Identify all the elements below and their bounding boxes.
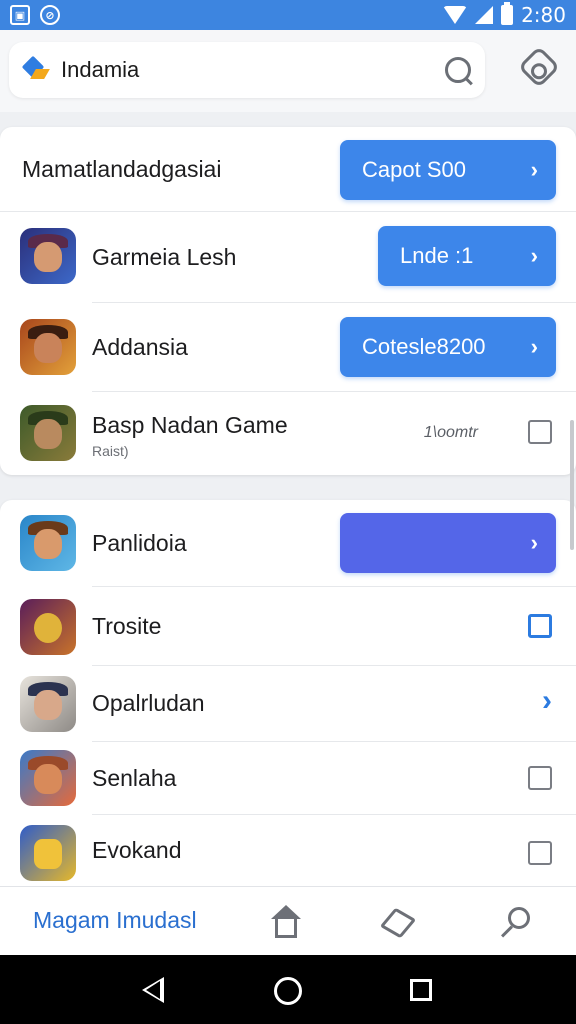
photo-notification-icon: ▣ xyxy=(10,5,30,25)
list-item[interactable]: Addansia Cotesle8200 › xyxy=(0,303,576,391)
search-icon[interactable] xyxy=(445,57,471,83)
game-thumbnail xyxy=(20,676,76,732)
back-icon[interactable] xyxy=(142,977,164,1003)
list-item-label: Panlidoia xyxy=(92,529,187,556)
game-thumbnail xyxy=(20,319,76,375)
battery-icon xyxy=(501,2,514,25)
button-label: Lnde :1 xyxy=(400,243,474,268)
section-card-1: Mamatlandadgasiai Capot S00 › Garmeia Le… xyxy=(0,127,576,475)
chevron-right-icon[interactable]: › xyxy=(542,684,552,718)
app-header: Indamia xyxy=(0,30,576,112)
game-thumbnail xyxy=(20,405,76,461)
home-icon[interactable] xyxy=(269,905,303,939)
panlidoia-button[interactable]: › xyxy=(340,513,556,573)
game-thumbnail xyxy=(20,599,76,655)
checkbox[interactable] xyxy=(528,420,552,444)
list-item-label: Basp Nadan Game xyxy=(92,412,288,438)
home-circle-icon[interactable] xyxy=(274,977,302,1005)
list-item[interactable]: Opalrludan › xyxy=(0,666,576,741)
search-icon[interactable] xyxy=(498,905,532,939)
cotesle-button[interactable]: Cotesle8200 › xyxy=(340,317,556,377)
list-item-label: Senlaha xyxy=(92,764,177,791)
button-label: Cotesle8200 xyxy=(362,334,486,359)
checkbox[interactable] xyxy=(528,766,552,790)
item-meta: 1\oomtr xyxy=(423,424,478,441)
list-item-label: Evokand xyxy=(92,837,182,863)
sync-notification-icon: ⊘ xyxy=(40,5,60,25)
search-bar[interactable]: Indamia xyxy=(9,42,485,98)
chevron-right-icon: › xyxy=(530,334,538,359)
list-item-label: Trosite xyxy=(92,612,162,639)
game-thumbnail xyxy=(20,515,76,571)
app-title: Indamia xyxy=(61,57,140,82)
checkbox[interactable] xyxy=(528,614,552,638)
list-item[interactable]: Basp Nadan Game Raist) 1\oomtr xyxy=(0,392,576,475)
signal-icon xyxy=(475,6,494,24)
recents-icon[interactable] xyxy=(410,979,432,1001)
button-label: Capot S00 xyxy=(362,157,466,182)
scrollbar[interactable] xyxy=(570,420,574,550)
list-item[interactable]: Evokand xyxy=(0,815,576,886)
status-time: 2:80 xyxy=(521,3,566,27)
capot-button[interactable]: Capot S00 › xyxy=(340,140,556,200)
gear-icon[interactable] xyxy=(517,45,561,89)
list-item-text: Basp Nadan Game Raist) xyxy=(92,412,288,459)
list-item-label: Addansia xyxy=(92,333,188,360)
status-bar: ▣ ⊘ 2:80 xyxy=(0,0,576,30)
checkbox[interactable] xyxy=(528,841,552,865)
list-item[interactable]: Trosite xyxy=(0,587,576,665)
list-item[interactable]: Mamatlandadgasiai Capot S00 › xyxy=(0,127,576,211)
section-card-2: Panlidoia › Trosite Opalrludan › Senlaha… xyxy=(0,500,576,886)
chevron-right-icon: › xyxy=(530,243,538,268)
chevron-right-icon: › xyxy=(530,530,538,555)
list-item-label: Mamatlandadgasiai xyxy=(22,155,222,182)
game-thumbnail xyxy=(20,228,76,284)
wifi-icon xyxy=(443,6,468,24)
chevron-right-icon: › xyxy=(530,157,538,182)
game-thumbnail xyxy=(20,750,76,806)
list-item[interactable]: Panlidoia › xyxy=(0,500,576,586)
bottom-bar-label[interactable]: Magam Imudasl xyxy=(33,907,197,934)
lnde-button[interactable]: Lnde :1 › xyxy=(378,226,556,286)
bottom-bar: Magam Imudasl xyxy=(0,886,576,955)
box-icon[interactable] xyxy=(379,905,417,939)
logo-icon xyxy=(21,55,50,83)
list-item-label: Opalrludan xyxy=(92,690,205,716)
list-item-label: Garmeia Lesh xyxy=(92,243,237,270)
list-item[interactable]: Garmeia Lesh Lnde :1 › xyxy=(0,212,576,302)
system-nav-bar xyxy=(0,955,576,1024)
list-item-sublabel: Raist) xyxy=(92,443,129,459)
game-thumbnail xyxy=(20,825,76,881)
list-item[interactable]: Senlaha xyxy=(0,742,576,814)
